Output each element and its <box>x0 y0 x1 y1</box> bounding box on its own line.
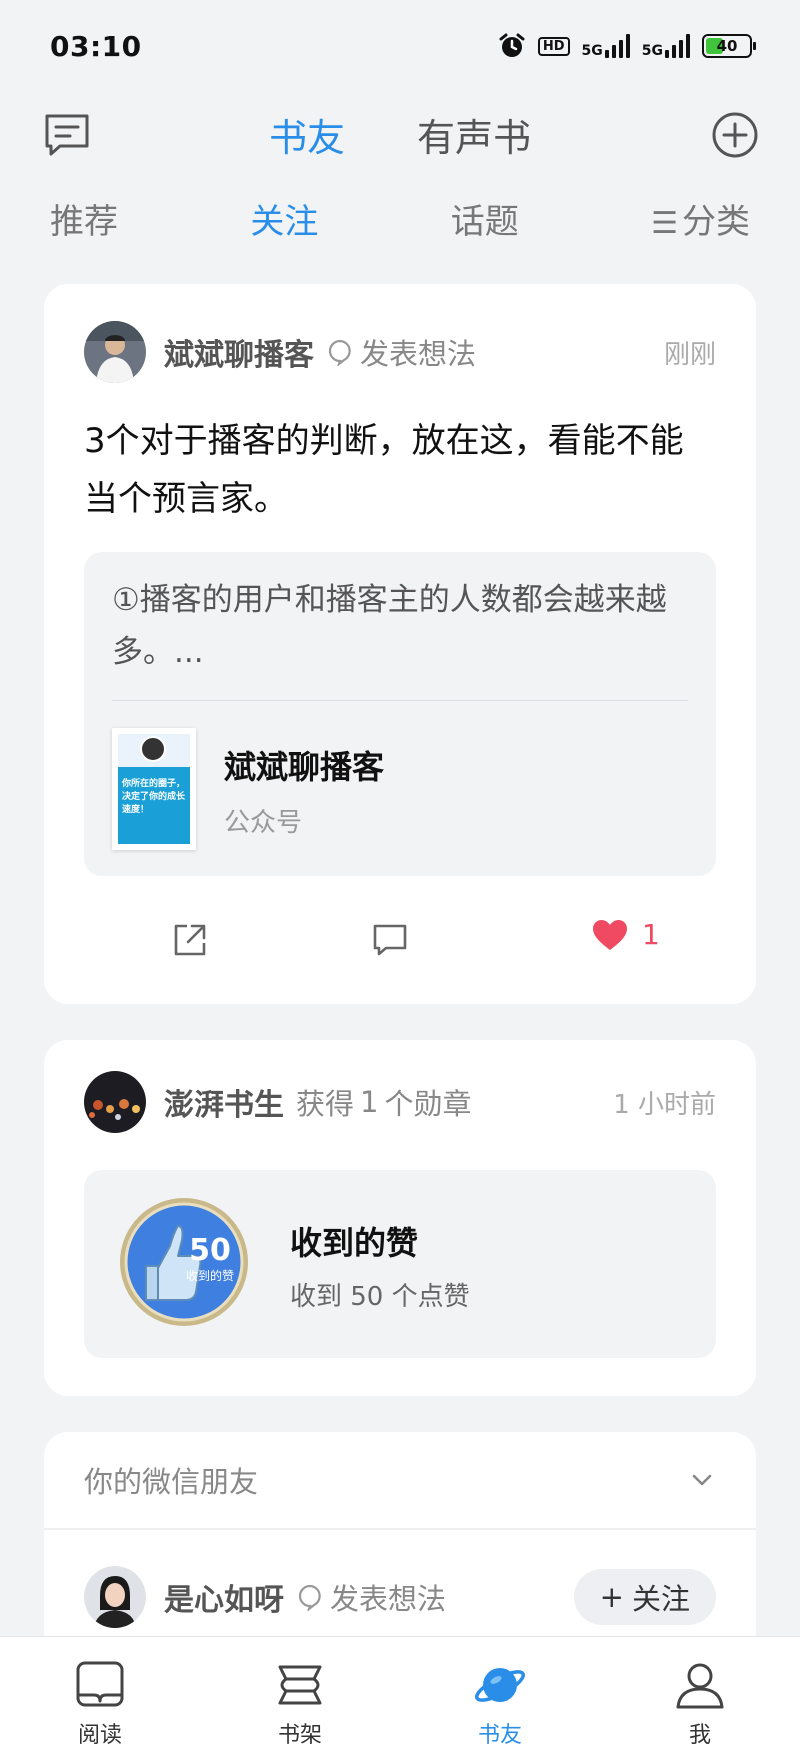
quote-box[interactable]: ①播客的用户和播客主的人数都会越来越多。... 你所在的圈子，决定了你的成长速度… <box>84 552 716 876</box>
subtab-topics[interactable]: 话题 <box>451 194 519 243</box>
username[interactable]: 是心如呀 <box>164 1575 284 1619</box>
subtab-category[interactable]: ☰ 分类 <box>651 194 750 243</box>
signal-icon: 5G <box>582 34 630 58</box>
message-icon[interactable] <box>42 110 92 160</box>
signal-label: 5G <box>581 43 603 59</box>
cover-avatar <box>140 736 166 762</box>
nav-read[interactable]: 阅读 <box>40 1657 160 1749</box>
tab-audiobook[interactable]: 有声书 <box>417 107 531 162</box>
post-action-label: 发表想法 <box>330 1582 447 1616</box>
top-header: 书友 有声书 <box>0 92 800 176</box>
badge-description: 收到 50 个点赞 <box>290 1282 470 1312</box>
book-title[interactable]: 斌斌聊播客 <box>224 742 384 788</box>
nav-label: 我 <box>688 1723 711 1748</box>
wechat-friends-title: 你的微信朋友 <box>84 1465 259 1499</box>
medal-icon: 50 收到的赞 <box>120 1198 248 1326</box>
username[interactable]: 澎湃书生 <box>164 1080 284 1124</box>
thought-icon <box>298 1584 321 1611</box>
menu-icon: ☰ <box>651 205 678 241</box>
nav-me[interactable]: 我 <box>640 1657 760 1749</box>
plus-icon: + <box>599 1580 624 1614</box>
avatar[interactable] <box>84 1071 146 1133</box>
post-time: 1 小时前 <box>613 1089 716 1120</box>
nav-label: 书友 <box>477 1723 522 1748</box>
share-icon[interactable] <box>170 920 210 960</box>
alarm-icon <box>499 33 525 57</box>
planet-icon <box>474 1668 526 1702</box>
medal-caption: 收到的赞 <box>186 1268 234 1283</box>
like-count: 1 <box>642 918 660 951</box>
post-card[interactable]: 斌斌聊播客 发表想法 刚刚 3个对于播客的判断，放在这，看能不能当个预言家。 ①… <box>44 284 756 1004</box>
post-header: 澎湃书生 获得 1 个勋章 1 小时前 <box>84 1070 716 1134</box>
badge-box[interactable]: 50 收到的赞 收到的赞 收到 50 个点赞 <box>84 1170 716 1358</box>
sub-tabs: 推荐 关注 话题 ☰ 分类 <box>0 186 800 250</box>
status-time: 03:10 <box>50 29 142 63</box>
heart-icon <box>593 919 627 950</box>
nav-label: 书架 <box>277 1723 322 1748</box>
action-suffix: 个勋章 <box>384 1087 472 1121</box>
post-actions: 1 <box>44 912 756 972</box>
wechat-friends-header[interactable]: 你的微信朋友 <box>44 1432 756 1530</box>
hd-icon: HD <box>537 36 570 56</box>
post-text[interactable]: 3个对于播客的判断，放在这，看能不能当个预言家。 <box>84 412 716 528</box>
post-header: 斌斌聊播客 发表想法 刚刚 <box>84 320 716 384</box>
avatar[interactable] <box>84 321 146 383</box>
post-action: 发表想法 <box>296 1576 446 1618</box>
tab-shuyou[interactable]: 书友 <box>269 107 345 162</box>
badge-title: 收到的赞 <box>290 1224 419 1262</box>
post-action: 发表想法 <box>326 331 476 373</box>
thought-icon <box>328 339 351 366</box>
badge-card[interactable]: 澎湃书生 获得 1 个勋章 1 小时前 50 收到的赞 收到的赞 收到 50 个… <box>44 1040 756 1396</box>
battery-level: 40 <box>716 37 738 55</box>
battery-icon: 40 <box>702 34 756 58</box>
medal-number: 50 <box>189 1233 231 1268</box>
avatar[interactable] <box>84 1566 146 1628</box>
friend-row[interactable]: 是心如呀 发表想法 + 关注 <box>84 1562 716 1632</box>
like-button[interactable]: 1 <box>592 918 660 951</box>
main-tabs: 书友 有声书 <box>269 107 531 162</box>
divider <box>112 700 688 701</box>
follow-button[interactable]: + 关注 <box>573 1569 716 1625</box>
signal-label: 5G <box>641 43 663 59</box>
action-count: 1 <box>360 1085 379 1119</box>
bookshelf-icon <box>278 1665 322 1705</box>
post-action-label: 发表想法 <box>360 337 477 371</box>
bottom-nav: 阅读 书架 书友 我 <box>0 1636 800 1760</box>
book-cover[interactable]: 你所在的圈子，决定了你的成长速度！ <box>112 728 196 850</box>
username[interactable]: 斌斌聊播客 <box>164 330 314 374</box>
status-icons: HD 5G 5G 40 <box>498 32 756 60</box>
cover-text: 你所在的圈子，决定了你的成长速度！ <box>122 779 186 815</box>
subtab-recommend[interactable]: 推荐 <box>50 194 118 243</box>
person-icon <box>676 1663 724 1709</box>
action-prefix: 获得 <box>296 1087 355 1121</box>
nav-bookfriends[interactable]: 书友 <box>440 1657 560 1749</box>
plus-circle-icon[interactable] <box>710 110 760 160</box>
post-action: 获得 1 个勋章 <box>296 1081 471 1123</box>
chevron-down-icon[interactable] <box>688 1466 716 1494</box>
nav-bookshelf[interactable]: 书架 <box>240 1657 360 1749</box>
nav-label: 阅读 <box>77 1723 122 1748</box>
comment-icon[interactable] <box>370 920 410 960</box>
status-bar: 03:10 HD 5G 5G 40 <box>0 0 800 92</box>
subtab-category-label: 分类 <box>681 201 750 242</box>
quote-text: ①播客的用户和播客主的人数都会越来越多。... <box>112 582 667 670</box>
post-time: 刚刚 <box>663 339 716 370</box>
book-subtitle: 公众号 <box>224 808 303 838</box>
follow-label: 关注 <box>631 1582 690 1616</box>
signal-icon: 5G <box>642 34 690 58</box>
subtab-following[interactable]: 关注 <box>250 194 318 243</box>
book-icon <box>76 1661 124 1707</box>
